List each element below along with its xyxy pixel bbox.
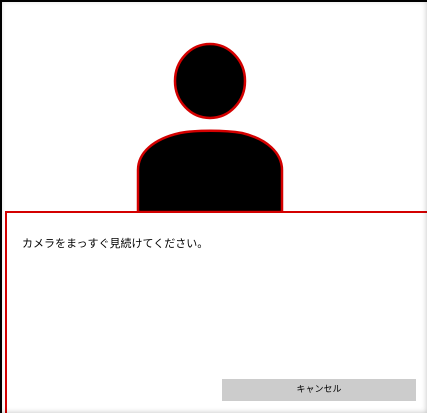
cancel-button[interactable]: キャンセル <box>222 379 416 401</box>
section-divider <box>5 211 427 213</box>
person-silhouette-icon <box>136 42 284 212</box>
camera-dialog: カメラをまっすぐ見続けてください。 キャンセル <box>0 0 427 413</box>
camera-preview <box>5 5 427 212</box>
instruction-text: カメラをまっすぐ見続けてください。 <box>22 237 209 250</box>
top-border <box>0 0 427 2</box>
left-border <box>0 0 2 413</box>
